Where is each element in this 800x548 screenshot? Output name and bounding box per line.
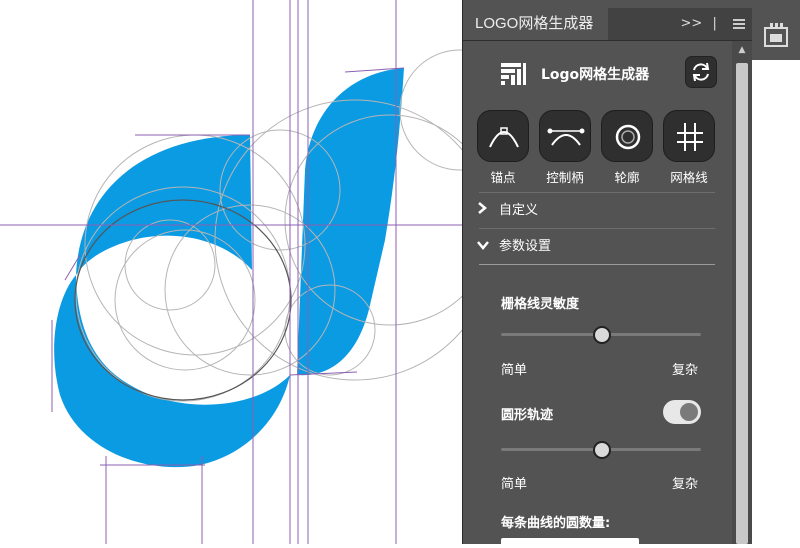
section-custom[interactable]: 自定义 (477, 199, 538, 223)
app-title: Logo网格生成器 (541, 67, 650, 83)
logo-left-top-shape (76, 135, 252, 275)
tool-label: 锚点 (490, 170, 516, 185)
tool-grid-lines[interactable]: 网格线 (663, 110, 715, 186)
circle-trace-toggle[interactable] (663, 400, 701, 424)
chevron-down-icon (477, 235, 491, 259)
slider-min-label: 简单 (501, 363, 528, 378)
divider (479, 264, 715, 265)
logo-right-shape (297, 68, 404, 376)
grid-lines-icon (677, 123, 703, 151)
refresh-button[interactable] (685, 56, 717, 88)
divider (479, 228, 715, 229)
plugin-panel-icon (764, 23, 788, 47)
tool-label: 轮廓 (614, 170, 640, 185)
grid-sensitivity-slider-thumb[interactable] (593, 326, 611, 344)
outline-button[interactable] (601, 110, 653, 162)
panel-scrollbar[interactable]: ▲ (732, 41, 752, 544)
logo-artwork (0, 0, 462, 544)
panel-tab-controls: >> | (675, 8, 745, 40)
scrollbar-thumb[interactable] (736, 63, 748, 544)
section-params[interactable]: 参数设置 (477, 235, 551, 259)
circle-trace-label: 圆形轨迹 (501, 408, 554, 423)
slider-min-label: 简单 (501, 477, 528, 492)
app-logo-icon (501, 63, 526, 85)
scroll-up-icon[interactable]: ▲ (732, 41, 752, 59)
tool-label: 控制柄 (546, 170, 584, 185)
logo-grid-panel: LOGO网格生成器 >> | Logo网格生成器 锚点 控制柄 轮廓 网格线 自… (462, 0, 753, 548)
anchor-point-button[interactable] (477, 110, 529, 162)
circle-trace-slider-thumb[interactable] (593, 441, 611, 459)
anchor-point-icon (489, 127, 519, 148)
section-custom-label: 自定义 (499, 203, 539, 218)
outline-icon (615, 124, 641, 150)
chevron-right-icon (477, 199, 491, 223)
section-params-label: 参数设置 (499, 239, 552, 254)
circles-per-curve-input[interactable] (501, 538, 639, 548)
panel-tab-bar: LOGO网格生成器 >> | (463, 8, 753, 41)
tool-control-handle[interactable]: 控制柄 (539, 110, 591, 186)
toggle-knob (680, 403, 698, 421)
panel-tab[interactable]: LOGO网格生成器 (463, 8, 608, 40)
grid-sensitivity-label: 栅格线灵敏度 (501, 297, 580, 312)
slider-max-label: 复杂 (672, 477, 699, 492)
refresh-icon (692, 62, 710, 82)
tool-label: 网格线 (670, 170, 708, 185)
circles-per-curve-label: 每条曲线的圆数量: (501, 516, 611, 531)
grid-lines-button[interactable] (663, 110, 715, 162)
control-handle-icon (547, 128, 585, 146)
divider: | (712, 16, 717, 31)
hamburger-menu-icon[interactable] (727, 8, 745, 40)
slider-max-label: 复杂 (672, 363, 699, 378)
divider (479, 192, 715, 193)
double-chevron-right-icon[interactable]: >> (681, 8, 703, 40)
dock-panel-button[interactable] (752, 6, 800, 60)
tool-anchor-point[interactable]: 锚点 (477, 110, 529, 186)
tool-outline[interactable]: 轮廓 (601, 110, 653, 186)
control-handle-button[interactable] (539, 110, 591, 162)
artboard-canvas[interactable] (0, 0, 462, 544)
right-dock (752, 0, 800, 544)
